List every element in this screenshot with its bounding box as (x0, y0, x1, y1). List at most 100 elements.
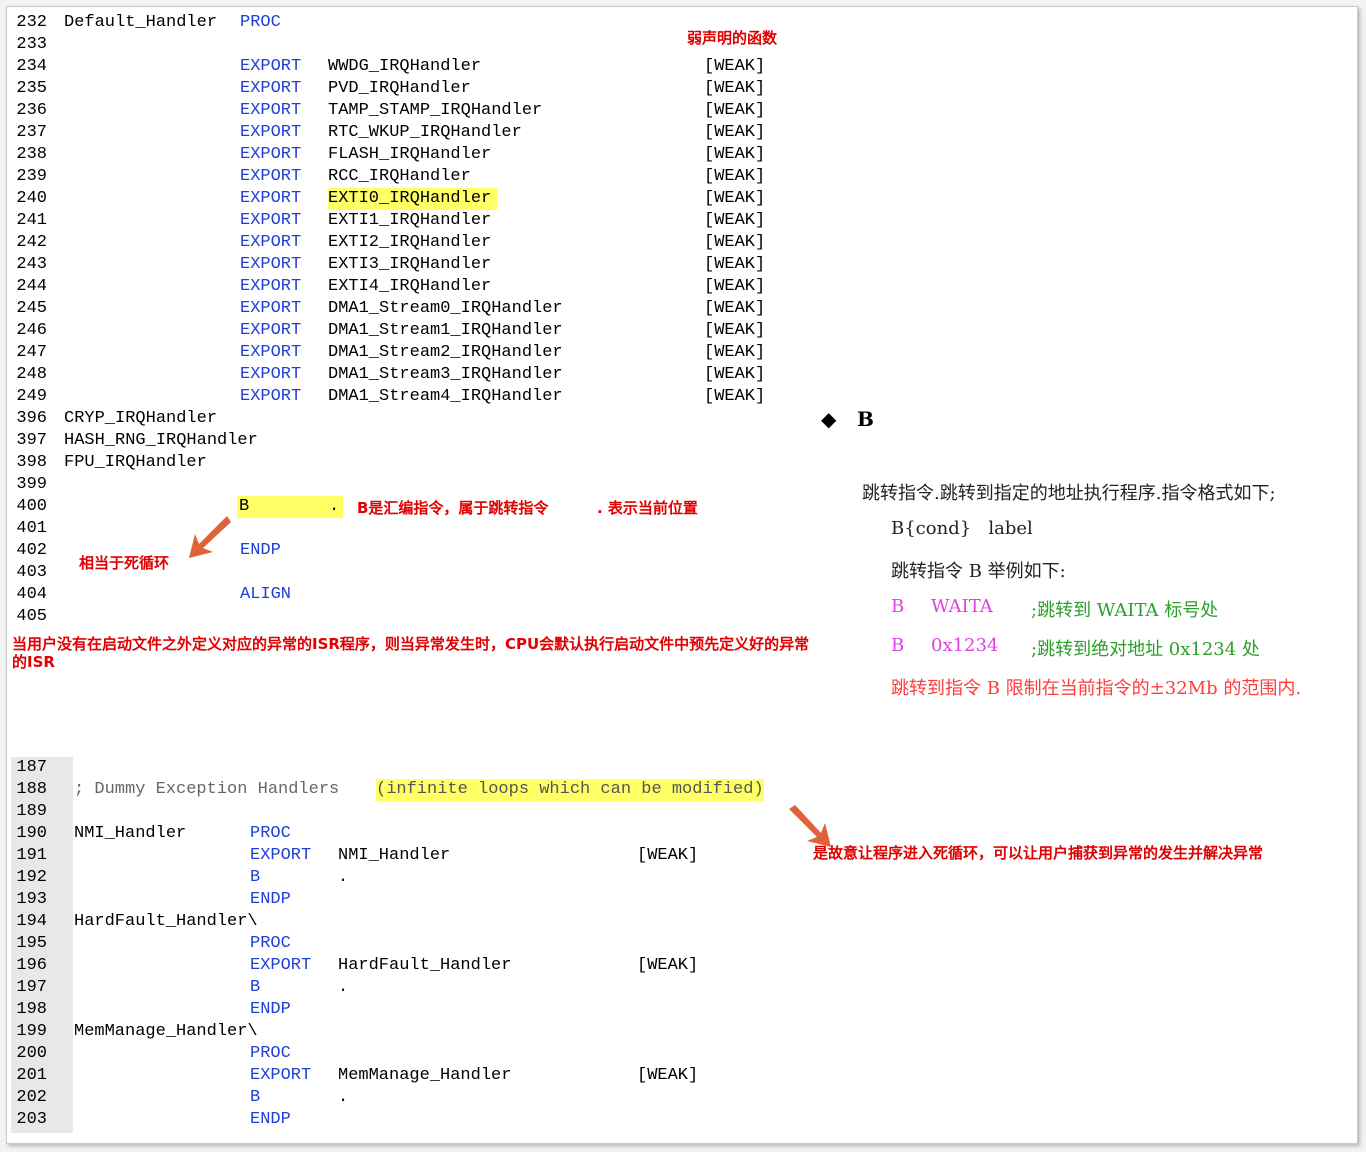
handler-name: DMA1_Stream3_IRQHandler (328, 365, 563, 384)
code-line: 399 (7, 474, 807, 496)
weak-attribute: [WEAK] (704, 123, 766, 142)
code-line: 249 EXPORT DMA1_Stream4_IRQHandler [WEAK] (7, 386, 807, 408)
handler-name: DMA1_Stream4_IRQHandler (328, 387, 563, 406)
handler-name: EXTI2_IRQHandler (328, 233, 492, 252)
doc-example-heading: 跳转指令 B 举例如下: (891, 561, 1066, 582)
line-number: 195 (16, 934, 47, 953)
weak-attribute: [WEAK] (704, 321, 766, 340)
line-number: 198 (16, 1000, 47, 1019)
code-line: 199 MemManage_Handler\ (7, 1021, 807, 1043)
code-line: 194 HardFault_Handler\ (7, 911, 807, 933)
line-number: 188 (16, 780, 47, 799)
code-line: 203 ENDP (7, 1109, 807, 1131)
code-line: 245 EXPORT DMA1_Stream0_IRQHandler [WEAK] (7, 298, 807, 320)
directive-keyword: PROC (250, 934, 291, 953)
directive-keyword: B (250, 978, 261, 997)
weak-attribute: [WEAK] (637, 956, 699, 975)
line-number: 201 (16, 1066, 47, 1085)
weak-attribute: [WEAK] (704, 233, 766, 252)
directive-keyword: EXPORT (240, 189, 302, 208)
line-number: 403 (16, 563, 47, 582)
directive-keyword: EXPORT (240, 233, 302, 252)
directive-keyword: ENDP (250, 1000, 291, 1019)
branch-instruction: B (237, 496, 343, 518)
line-number: 197 (16, 978, 47, 997)
directive-keyword: EXPORT (240, 255, 302, 274)
line-number: 248 (16, 365, 47, 384)
directive-keyword: EXPORT (240, 365, 302, 384)
code-line: 189 (7, 801, 807, 823)
line-number: 235 (16, 79, 47, 98)
weak-attribute: [WEAK] (637, 1066, 699, 1085)
directive-keyword: B (250, 868, 261, 887)
directive-keyword: EXPORT (240, 167, 302, 186)
code-line: 195 PROC (7, 933, 807, 955)
weak-attribute: [WEAK] (704, 387, 766, 406)
line-number: 400 (16, 497, 47, 516)
code-line: 247 EXPORT DMA1_Stream2_IRQHandler [WEAK] (7, 342, 807, 364)
line-number: 241 (16, 211, 47, 230)
doc-heading: B (857, 407, 874, 431)
directive-keyword: EXPORT (250, 956, 312, 975)
line-number: 199 (16, 1022, 47, 1041)
weak-attribute: [WEAK] (704, 189, 766, 208)
code-line: 239 EXPORT RCC_IRQHandler [WEAK] (7, 166, 807, 188)
line-number: 402 (16, 541, 47, 560)
label-text: NMI_Handler (74, 824, 187, 843)
bottom-code-listing: 187 188 ; Dummy Exception Handlers (infini… (7, 757, 807, 1133)
code-line: 235 EXPORT PVD_IRQHandler [WEAK] (7, 78, 807, 100)
code-line: 193 ENDP (7, 889, 807, 911)
operand-text: MemManage_Handler (338, 1066, 512, 1085)
highlighted-comment: (infinite loops which can be modified) (376, 779, 764, 801)
directive-keyword: PROC (240, 13, 281, 32)
catch-exception-note: 是故意让程序进入死循环，可以让用户捕获到异常的发生并解决异常 (813, 844, 1264, 862)
handler-name: DMA1_Stream0_IRQHandler (328, 299, 563, 318)
line-number: 233 (16, 35, 47, 54)
directive-keyword: EXPORT (250, 1066, 312, 1085)
code-line: 198 ENDP (7, 999, 807, 1021)
handler-name: EXTI3_IRQHandler (328, 255, 492, 274)
operand-text: . (338, 1088, 349, 1107)
code-line: 191 EXPORT NMI_Handler [WEAK] (7, 845, 807, 867)
code-line: 237 EXPORT RTC_WKUP_IRQHandler [WEAK] (7, 122, 807, 144)
operand-text: . (338, 868, 349, 887)
code-line: 192 B. (7, 867, 807, 889)
weak-attribute: [WEAK] (704, 255, 766, 274)
doc-example2-arg: 0x1234 (931, 635, 999, 656)
handler-name: RCC_IRQHandler (328, 167, 471, 186)
directive-keyword: ALIGN (240, 585, 292, 604)
weak-attribute: [WEAK] (704, 79, 766, 98)
line-number: 404 (16, 585, 47, 604)
current-position-dot: . (329, 497, 340, 516)
code-line: 187 (7, 757, 807, 779)
directive-keyword: ENDP (240, 541, 281, 560)
code-line: 236 EXPORT TAMP_STAMP_IRQHandler [WEAK] (7, 100, 807, 122)
directive-keyword: EXPORT (240, 299, 302, 318)
code-line: 397 HASH_RNG_IRQHandler (7, 430, 807, 452)
weak-attribute: [WEAK] (704, 145, 766, 164)
line-number: 238 (16, 145, 47, 164)
directive-keyword: ENDP (250, 890, 291, 909)
directive-keyword: EXPORT (240, 343, 302, 362)
line-number: 405 (16, 607, 47, 626)
doc-syntax: B{cond} label (891, 518, 1033, 539)
code-line: 246 EXPORT DMA1_Stream1_IRQHandler [WEAK] (7, 320, 807, 342)
line-number: 242 (16, 233, 47, 252)
line-number: 194 (16, 912, 47, 931)
code-line: 202 B. (7, 1087, 807, 1109)
line-number: 193 (16, 890, 47, 909)
line-number: 240 (16, 189, 47, 208)
arrow-down-left-icon (189, 516, 231, 558)
directive-keyword: EXPORT (240, 211, 302, 230)
doc-example2-comment: ;跳转到绝对地址 0x1234 处 (1031, 639, 1260, 660)
doc-syntax-description: 跳转指令.跳转到指定的地址执行程序.指令格式如下; (862, 483, 1276, 504)
line-number: 237 (16, 123, 47, 142)
line-number: 239 (16, 167, 47, 186)
current-position-note: . 表示当前位置 (597, 499, 698, 517)
label-text: HASH_RNG_IRQHandler (64, 431, 258, 450)
doc-bullet: ◆ (821, 407, 837, 431)
code-line: 197 B. (7, 977, 807, 999)
code-line: 196 EXPORT HardFault_Handler [WEAK] (7, 955, 807, 977)
handler-name: DMA1_Stream1_IRQHandler (328, 321, 563, 340)
weak-attribute: [WEAK] (704, 365, 766, 384)
